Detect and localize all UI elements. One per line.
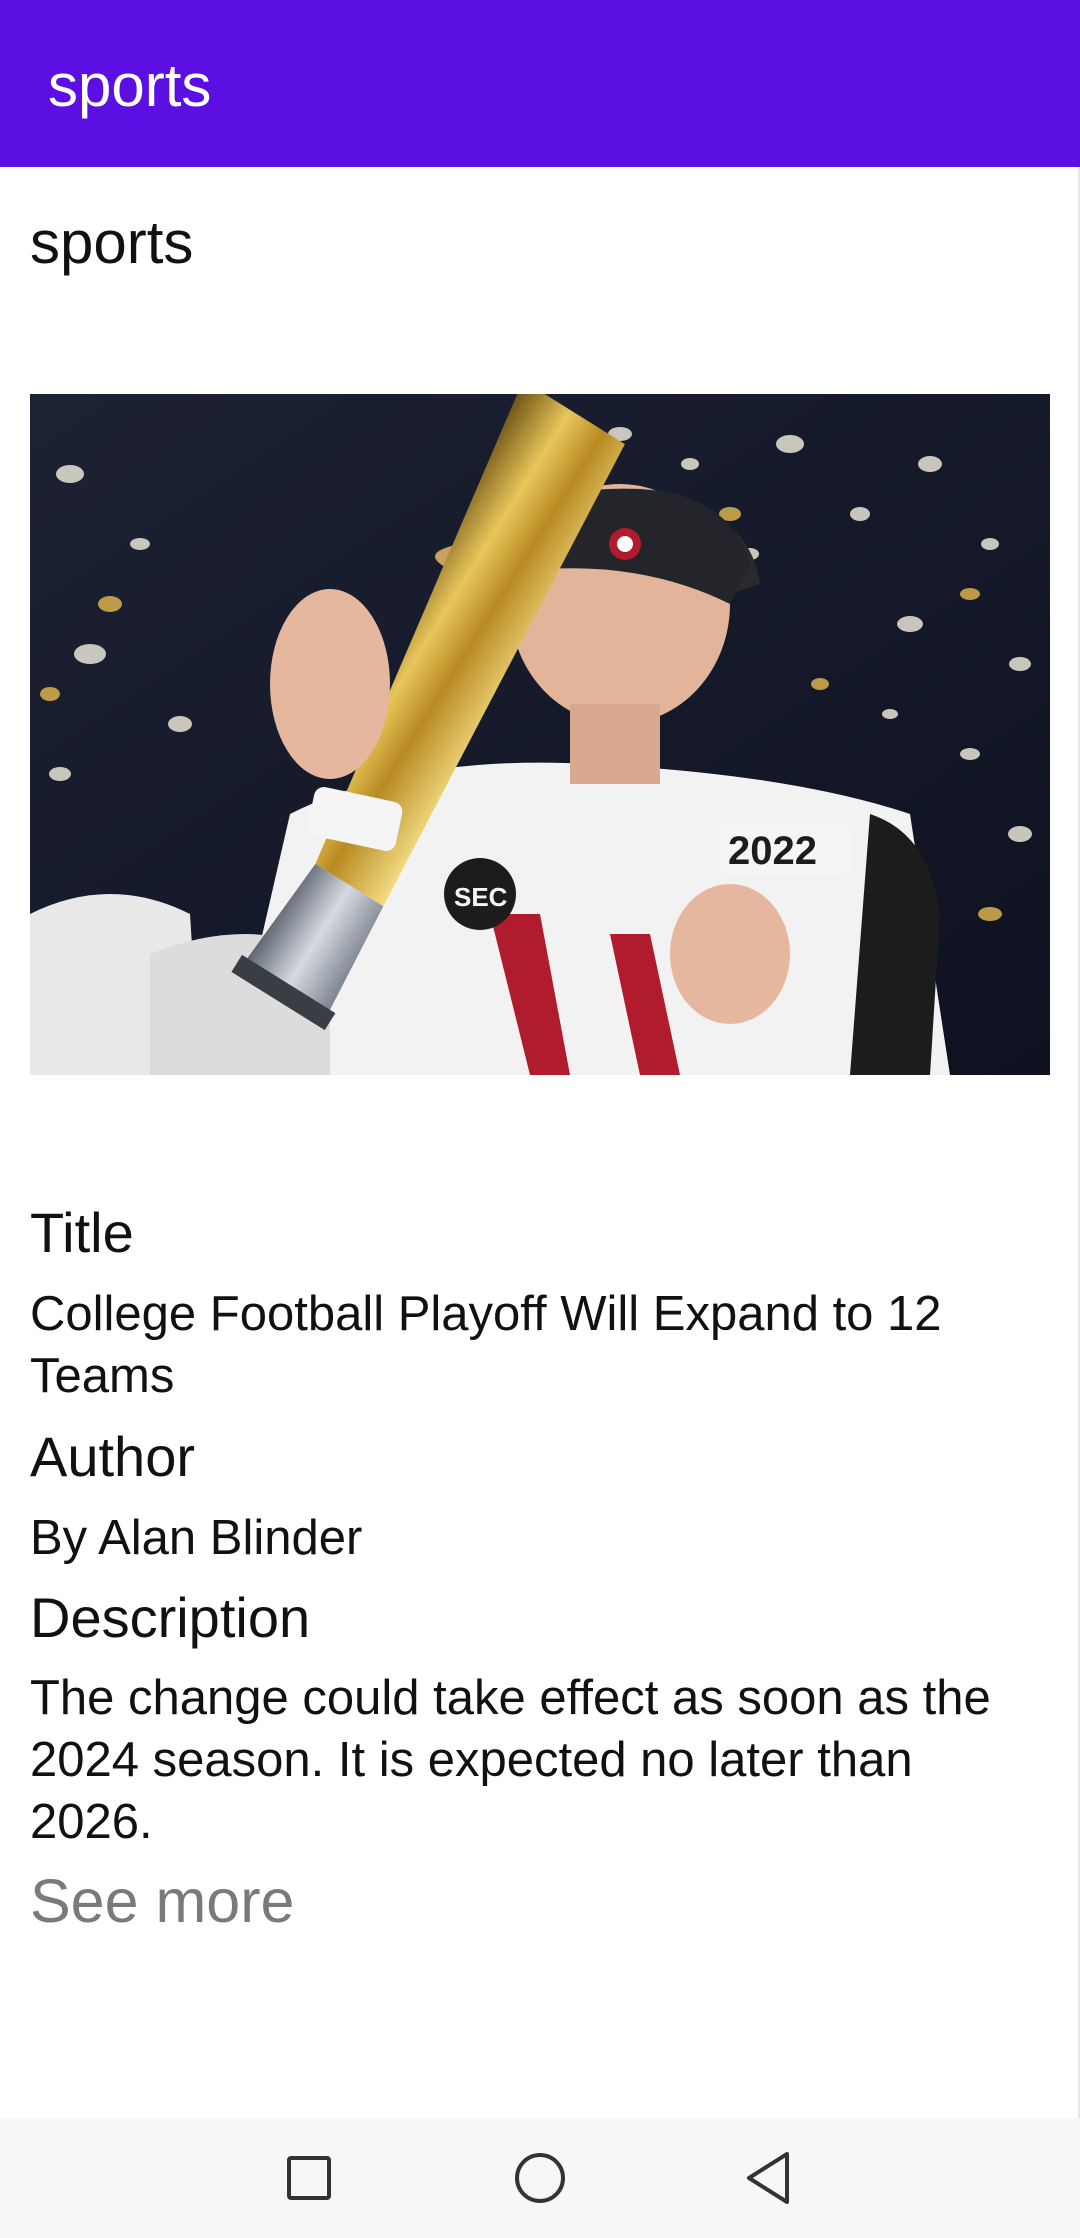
back-button[interactable]	[709, 2118, 829, 2238]
app-bar-title: sports	[48, 52, 212, 119]
category-heading: sports	[30, 209, 194, 276]
system-navigation-bar	[0, 2118, 1080, 2238]
square-icon	[287, 2156, 331, 2200]
article-description: The change could take effect as soon as …	[30, 1671, 991, 1849]
triangle-back-icon	[747, 2152, 789, 2204]
svg-text:SEC: SEC	[454, 882, 508, 912]
circle-icon	[515, 2153, 565, 2203]
article-image: 2022 SEC	[30, 394, 1050, 1075]
title-label: Title	[30, 1201, 134, 1264]
home-button[interactable]	[480, 2118, 600, 2238]
app-screen: sports sports 2022 SEC Title College Foo…	[0, 0, 1080, 2238]
article-title: College Football Playoff Will Expand to …	[30, 1287, 942, 1403]
app-bar: sports	[0, 0, 1080, 167]
article-detail: sports 2022 SEC Title College Football P…	[0, 167, 1080, 2118]
svg-text:2022: 2022	[728, 829, 817, 873]
recents-button[interactable]	[249, 2118, 369, 2238]
article-author: By Alan Blinder	[30, 1511, 363, 1565]
see-more-link[interactable]: See more	[30, 1866, 294, 1936]
article-photo: 2022 SEC	[30, 394, 1050, 1075]
author-label: Author	[30, 1425, 195, 1488]
description-label: Description	[30, 1586, 311, 1649]
